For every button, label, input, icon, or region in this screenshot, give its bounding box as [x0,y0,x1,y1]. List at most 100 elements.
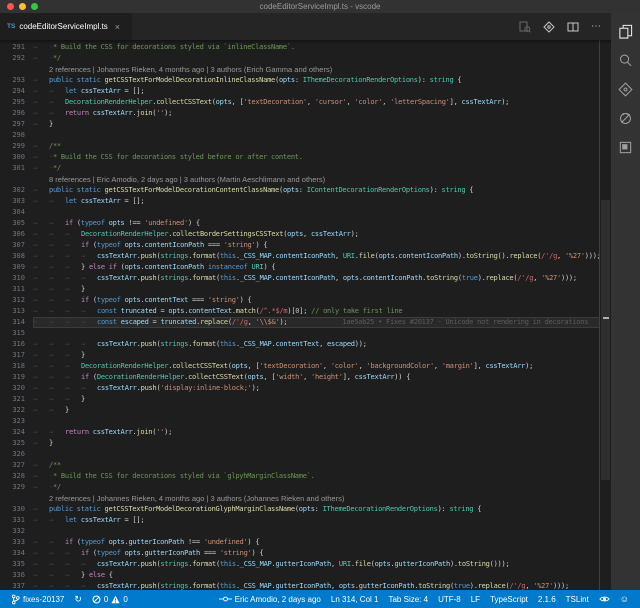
code-line[interactable]: 311→→→} [0,284,600,295]
codelens-line[interactable]: 2 references | Johannes Rieken, 4 months… [0,493,600,504]
codelens-text[interactable]: 2 references | Johannes Rieken, 4 months… [49,64,600,75]
code-line[interactable]: 335→→→→cssTextArr.push(strings.format(th… [0,559,600,570]
code-line[interactable]: 313→→→→const truncated = opts.contentTex… [0,306,600,317]
code-token: ) { [188,219,200,227]
codelens-line[interactable]: 8 references | Eric Amodio, 2 days ago |… [0,174,600,185]
blame-item[interactable]: Eric Amodio, 2 days ago [214,595,326,604]
code-line[interactable]: 316→→→→cssTextArr.push(strings.format(th… [0,339,600,350]
code-line[interactable]: 293→public static getCSSTextForModelDeco… [0,75,600,86]
code-line[interactable]: 314→→→→const escaped = truncated.replace… [0,317,600,328]
code-line[interactable]: 297→} [0,119,600,130]
code-token: , [303,230,311,238]
code-line[interactable]: 315 [0,328,600,339]
git-branch-item[interactable]: fixes-20137 [6,594,69,605]
problems-item[interactable]: 0 0 [87,595,133,604]
more-actions-icon[interactable]: ⋯ [590,20,603,33]
code-line[interactable]: 317→→→} [0,350,600,361]
code-line[interactable]: 320→→→→cssTextArr.push('display:inline-b… [0,383,600,394]
tab-whitespace-icon: → [33,251,49,262]
tab-code-editor-service-impl[interactable]: TS codeEditorServiceImpl.ts × [0,13,132,40]
code-text: →→→→cssTextArr.push(strings.format(this.… [33,581,600,590]
code-line[interactable]: 294→→let cssTextArr = []; [0,86,600,97]
editor[interactable]: 291→·* Build the CSS for decorations sty… [0,40,611,590]
git-sync-item[interactable]: ↻ [69,595,87,604]
code-line[interactable]: 296→→return cssTextArr.join(''); [0,108,600,119]
maximize-window-button[interactable] [31,3,38,10]
code-token: _CSS_MAP [240,560,272,568]
extensions-icon[interactable] [618,139,634,155]
tab-whitespace-icon: → [49,218,65,229]
code-line[interactable]: 295→→DecorationRenderHelper.collectCSSTe… [0,97,600,108]
source-control-icon[interactable] [618,81,634,97]
code-line[interactable]: 307→→→if (typeof opts.contentIconPath ==… [0,240,600,251]
code-area[interactable]: 291→·* Build the CSS for decorations sty… [0,42,600,590]
language-item[interactable]: TypeScript [485,595,533,604]
code-line[interactable]: 292→·*/ [0,53,600,64]
encoding-item[interactable]: UTF-8 [433,595,466,604]
code-line[interactable]: 304 [0,207,600,218]
tab-whitespace-icon: → [65,284,81,295]
code-token: string [430,76,454,84]
code-line[interactable]: 319→→→if (DecorationRenderHelper.collect… [0,372,600,383]
tab-whitespace-icon: → [49,240,65,251]
code-line[interactable]: 318→→→DecorationRenderHelper.collectCSST… [0,361,600,372]
tab-size-item[interactable]: Tab Size: 4 [383,595,433,604]
code-token: let [65,516,77,524]
codelens-text[interactable]: 8 references | Eric Amodio, 2 days ago |… [49,174,600,185]
minimize-window-button[interactable] [19,3,26,10]
code-line[interactable]: 329→·*/ [0,482,600,493]
code-line[interactable]: 326 [0,449,600,460]
code-text: →→→if (typeof opts.contentText === 'stri… [33,295,600,306]
code-line[interactable]: 327→/** [0,460,600,471]
gitlens-icon[interactable] [542,20,555,33]
linter-item[interactable]: TSLint [561,595,594,604]
ts-version-item[interactable]: 2.1.6 [533,595,561,604]
code-line[interactable]: 298 [0,130,600,141]
editor-scrollbar[interactable] [599,40,611,590]
code-token: 'undefined' [144,219,188,227]
code-line[interactable]: 310→→→→cssTextArr.push(strings.format(th… [0,273,600,284]
git-branch-label: fixes-20137 [23,595,64,604]
close-window-button[interactable] [7,3,14,10]
code-line[interactable]: 332 [0,526,600,537]
code-line[interactable]: 323 [0,416,600,427]
open-changes-icon[interactable] [518,20,531,33]
code-line[interactable]: 322→→} [0,405,600,416]
code-line[interactable]: 325→} [0,438,600,449]
split-editor-icon[interactable] [566,20,579,33]
code-line[interactable]: 309→→→} else if (opts.contentIconPath in… [0,262,600,273]
code-line[interactable]: 312→→→if (typeof opts.contentText === 's… [0,295,600,306]
code-line[interactable]: 308→→→→cssTextArr.push(strings.format(th… [0,251,600,262]
code-line[interactable]: 302→public static getCSSTextForModelDeco… [0,185,600,196]
code-line[interactable]: 291→·* Build the CSS for decorations sty… [0,42,600,53]
tab-whitespace-icon: → [33,218,49,229]
tab-whitespace-icon: → [33,317,49,328]
code-line[interactable]: 306→→→DecorationRenderHelper.collectBord… [0,229,600,240]
code-line[interactable]: 334→→→if (typeof opts.gutterIconPath ===… [0,548,600,559]
debug-icon[interactable] [618,110,634,126]
codelens-text[interactable]: 2 references | Johannes Rieken, 4 months… [49,493,600,504]
code-line[interactable]: 299→/** [0,141,600,152]
blame-toggle-item[interactable] [594,595,615,603]
search-icon[interactable] [618,52,634,68]
code-line[interactable]: 333→→if (typeof opts.gutterIconPath !== … [0,537,600,548]
tab-close-icon[interactable]: × [115,22,120,32]
code-line[interactable]: 305→→if (typeof opts !== 'undefined') { [0,218,600,229]
codelens-line[interactable]: 2 references | Johannes Rieken, 4 months… [0,64,600,75]
feedback-smiley-icon[interactable]: ☺ [615,595,634,604]
eol-item[interactable]: LF [466,595,485,604]
code-line[interactable]: 321→→→} [0,394,600,405]
code-line[interactable]: 336→→→} else { [0,570,600,581]
cursor-position-item[interactable]: Ln 314, Col 1 [326,595,384,604]
code-line[interactable]: 303→→let cssTextArr = []; [0,196,600,207]
code-line[interactable]: 331→→let cssTextArr = []; [0,515,600,526]
explorer-icon[interactable] [618,23,634,39]
code-line[interactable]: 328→·* Build the CSS for decorations sty… [0,471,600,482]
code-line[interactable]: 330→public static getCSSTextForModelDeco… [0,504,600,515]
code-line[interactable]: 300→·* Build the CSS for decorations sty… [0,152,600,163]
code-line[interactable]: 301→·*/ [0,163,600,174]
code-line[interactable]: 324→→return cssTextArr.join(''); [0,427,600,438]
code-line[interactable]: 337→→→→cssTextArr.push(strings.format(th… [0,581,600,590]
scrollbar-thumb[interactable] [601,200,610,480]
tab-whitespace-icon: → [81,559,97,570]
